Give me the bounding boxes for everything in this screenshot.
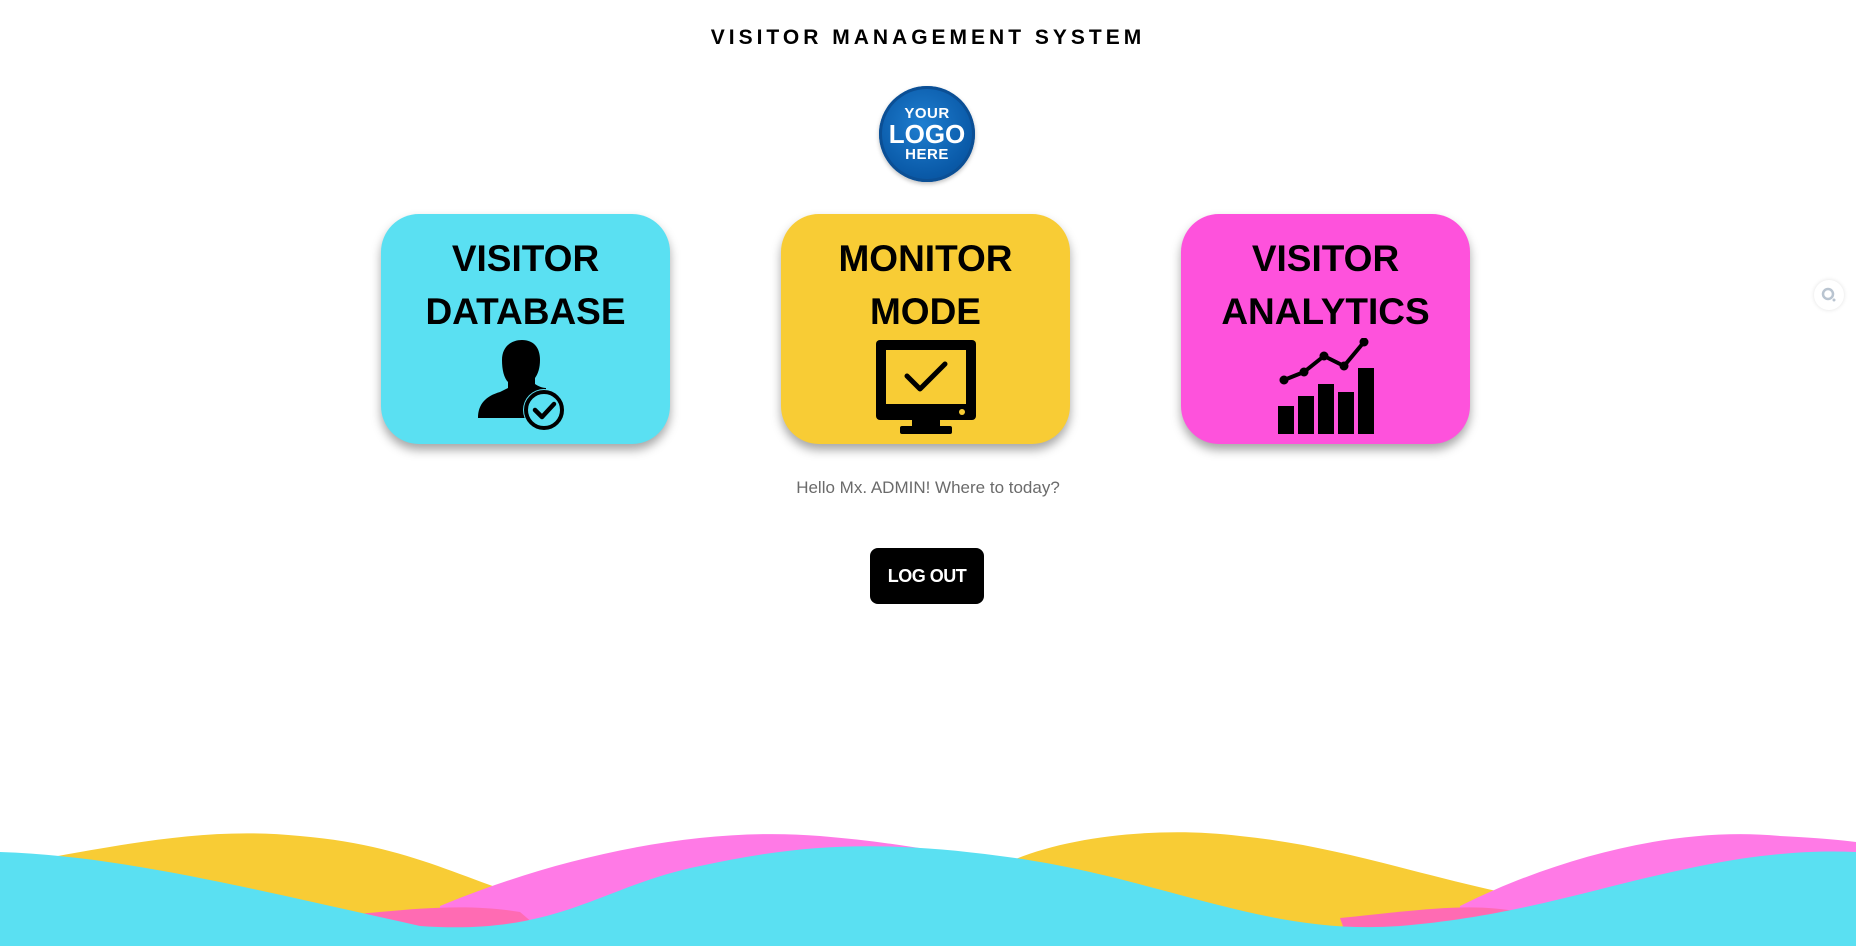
card-title-line2: ANALYTICS <box>1221 291 1430 332</box>
visitor-database-card[interactable]: VISITOR DATABASE <box>381 214 670 444</box>
greeting-text: Hello Mx. ADMIN! Where to today? <box>796 478 1060 497</box>
monitor-check-icon <box>875 340 976 434</box>
company-logo: YOUR LOGO HERE <box>879 86 975 182</box>
search-icon <box>1821 287 1836 302</box>
card-title: VISITOR ANALYTICS <box>1221 232 1429 338</box>
logo-text-line2: LOGO <box>888 119 966 149</box>
card-title-line1: VISITOR <box>1251 238 1400 279</box>
card-title-line2: MODE <box>869 291 981 332</box>
card-title-line2: DATABASE <box>425 291 626 332</box>
card-title-line1: MONITOR <box>838 238 1013 279</box>
page-title: VISITOR MANAGEMENT SYSTEM <box>710 26 1146 49</box>
page: VISITOR MANAGEMENT SYSTEM YOUR LOGO HERE… <box>0 0 1856 946</box>
monitor-mode-card[interactable]: MONITOR MODE <box>781 214 1070 444</box>
logout-button[interactable]: LOG OUT <box>870 548 984 604</box>
visitor-analytics-card[interactable]: VISITOR ANALYTICS <box>1181 214 1470 444</box>
card-title: MONITOR MODE <box>838 232 1012 338</box>
analytics-chart-icon <box>1277 338 1374 434</box>
card-title-line1: VISITOR <box>451 238 600 279</box>
logo-text-line3: HERE <box>905 146 949 163</box>
card-title: VISITOR DATABASE <box>425 232 625 338</box>
user-check-icon <box>477 340 565 431</box>
decorative-waves <box>0 832 1856 946</box>
side-search-button[interactable] <box>1814 280 1844 310</box>
